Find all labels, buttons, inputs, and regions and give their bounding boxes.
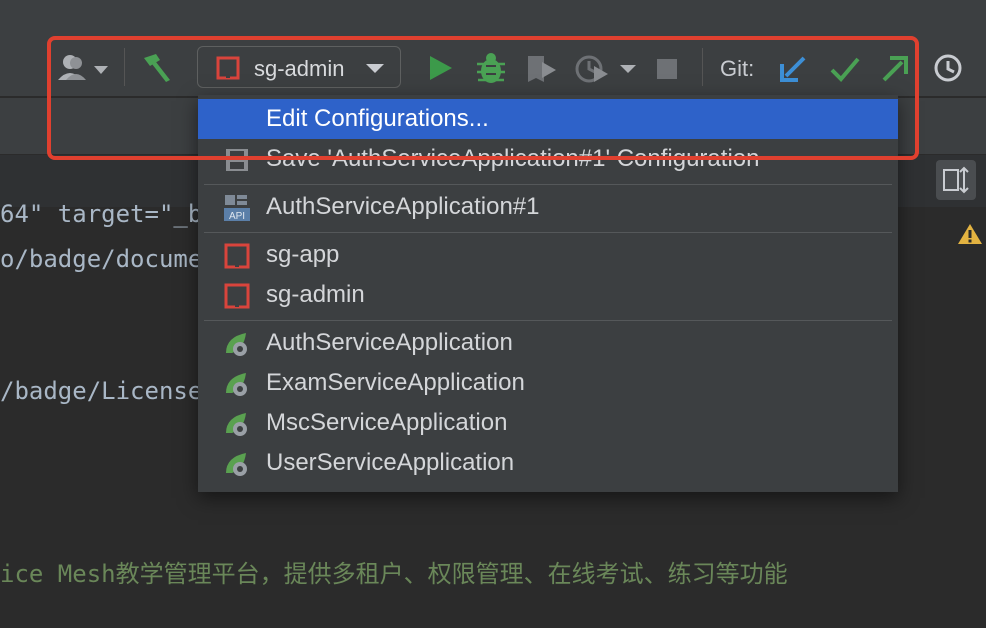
- stop-icon[interactable]: [654, 56, 680, 82]
- menu-item-label: sg-admin: [266, 281, 365, 308]
- menu-item-config[interactable]: sg-admin: [198, 275, 898, 315]
- menu-item-config[interactable]: UserServiceApplication: [198, 443, 898, 483]
- menu-item-label: Edit Configurations...: [266, 105, 489, 132]
- git-update-icon[interactable]: [778, 54, 808, 84]
- menu-item-config[interactable]: sg-app: [198, 235, 898, 275]
- menu-item-config[interactable]: ExamServiceApplication: [198, 363, 898, 403]
- history-clock-icon[interactable]: [932, 52, 964, 84]
- menu-item-config[interactable]: MscServiceApplication: [198, 403, 898, 443]
- run-config-name: sg-admin: [254, 56, 345, 81]
- code-line: ice Mesh教学管理平台，提供多租户、权限管理、在线考试、练习等功能: [0, 560, 788, 588]
- menu-item-label: AuthServiceApplication: [266, 329, 513, 356]
- menu-item-label: AuthServiceApplication#1: [266, 193, 540, 220]
- menu-item-label: sg-app: [266, 241, 340, 268]
- menu-separator: [204, 184, 892, 185]
- spring-boot-icon: [224, 411, 250, 437]
- spring-boot-icon: [224, 371, 250, 397]
- code-line: 64" target="_b: [0, 200, 203, 228]
- code-line: o/badge/docume: [0, 245, 203, 273]
- spring-boot-icon: [224, 451, 250, 477]
- menu-separator: [204, 232, 892, 233]
- menu-item-config[interactable]: API AuthServiceApplication#1: [198, 187, 898, 227]
- warning-icon[interactable]: [957, 222, 983, 251]
- reader-mode-icon: [943, 166, 969, 194]
- save-config-icon: [224, 147, 250, 173]
- maven-config-icon: [224, 243, 250, 269]
- svg-text:API: API: [229, 211, 245, 221]
- toolbar-divider: [702, 48, 703, 86]
- menu-item-label: Save 'AuthServiceApplication#1' Configur…: [266, 145, 760, 172]
- spring-boot-icon: [224, 331, 250, 357]
- code-line: /badge/License: [0, 377, 203, 405]
- git-commit-check-icon[interactable]: [828, 54, 862, 84]
- chevron-down-icon: [364, 61, 386, 75]
- menu-item-edit-configurations[interactable]: Edit Configurations...: [198, 99, 898, 139]
- more-run-options-chevron-icon[interactable]: [618, 62, 638, 76]
- run-config-dropdown: Edit Configurations... Save 'AuthService…: [198, 95, 898, 492]
- menu-item-label: ExamServiceApplication: [266, 369, 525, 396]
- menu-item-label: UserServiceApplication: [266, 449, 515, 476]
- toolbar-divider: [124, 48, 125, 86]
- profiler-icon[interactable]: [574, 52, 610, 86]
- menu-item-save-configuration[interactable]: Save 'AuthServiceApplication#1' Configur…: [198, 139, 898, 179]
- git-push-icon[interactable]: [880, 54, 910, 84]
- reader-mode-toggle[interactable]: [936, 160, 976, 200]
- menu-item-label: MscServiceApplication: [266, 409, 508, 436]
- debug-bug-icon[interactable]: [474, 50, 508, 86]
- user-profile-icon[interactable]: [56, 52, 110, 84]
- build-hammer-icon[interactable]: [138, 50, 174, 86]
- main-toolbar: sg-admin Git:: [0, 0, 986, 98]
- run-icon[interactable]: [424, 52, 456, 84]
- git-label: Git:: [720, 56, 755, 81]
- menu-item-config[interactable]: AuthServiceApplication: [198, 323, 898, 363]
- run-config-selector[interactable]: sg-admin: [197, 46, 401, 88]
- run-with-coverage-icon[interactable]: [524, 52, 558, 86]
- maven-config-icon: [224, 283, 250, 309]
- maven-config-icon: [216, 56, 240, 80]
- menu-separator: [204, 320, 892, 321]
- api-config-icon: API: [224, 195, 250, 222]
